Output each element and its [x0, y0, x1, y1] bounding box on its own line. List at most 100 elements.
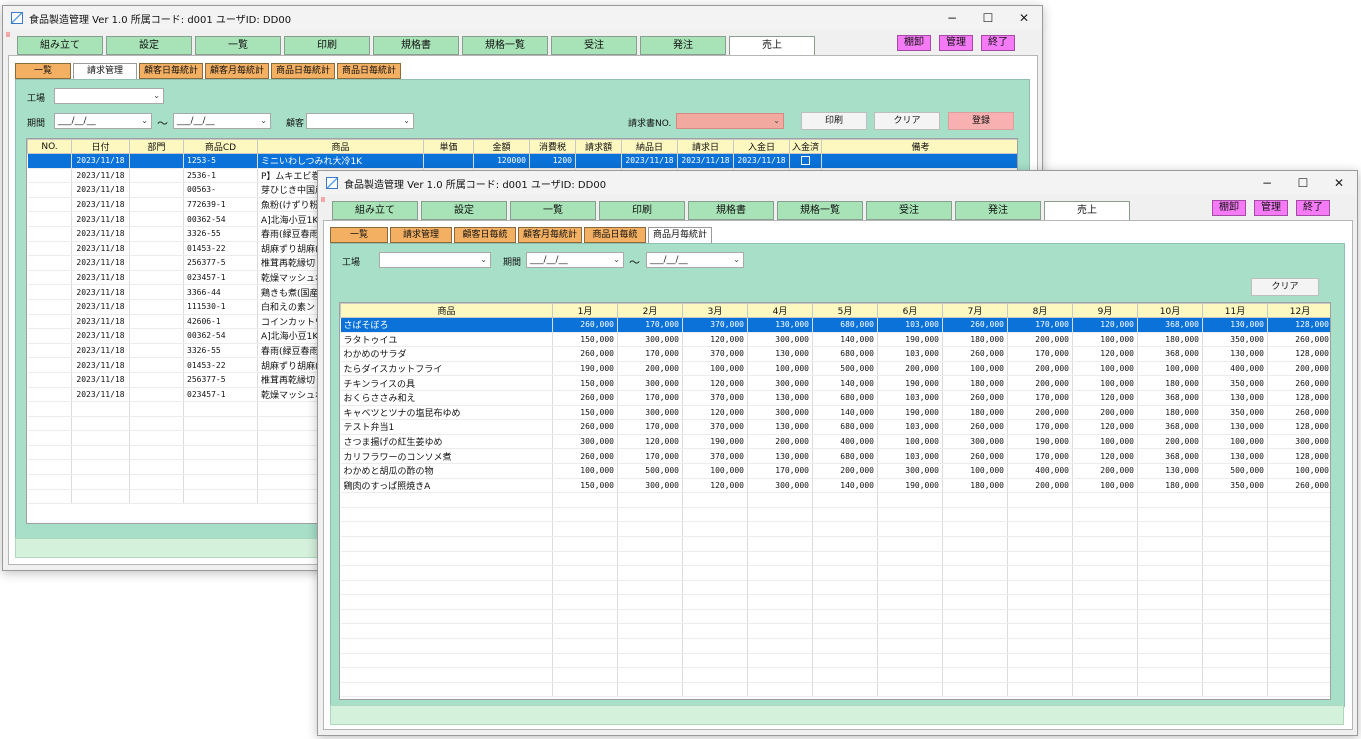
table-row[interactable]: わかめと胡瓜の酢の物 100,000 500,000 100,000 170,000 20… — [340, 463, 1330, 479]
table-cell — [877, 492, 943, 508]
tab-list[interactable]: 一覧 — [510, 201, 596, 220]
subtab-product-daily-2[interactable]: 商品日毎統計 — [337, 63, 401, 79]
table-row[interactable]: ラタトゥイユ 150,000 300,000 120,000 300,000 140,00… — [340, 332, 1330, 348]
tab-sales[interactable]: 売上 — [729, 36, 815, 57]
table-row[interactable] — [340, 653, 1330, 669]
subtab-customer-daily[interactable]: 顧客日毎統計 — [454, 227, 516, 254]
date-from-select[interactable]: ___/__/__ ⌄ — [526, 252, 624, 268]
minimize-icon[interactable]: − — [1249, 171, 1285, 195]
close-icon[interactable]: ✕ — [1006, 6, 1042, 30]
table-row[interactable] — [340, 682, 1330, 698]
print-button[interactable]: 印刷 — [801, 112, 867, 130]
admin-button[interactable]: 管理 — [1254, 200, 1288, 216]
table-cell — [183, 430, 258, 446]
factory-select[interactable]: ⌄ — [54, 88, 164, 104]
table-row[interactable]: さばそぼろ 260,000 170,000 370,000 130,000 680,000… — [340, 317, 1330, 333]
table-row[interactable]: キャベツとツナの塩昆布ゆめ 150,000 300,000 120,000 300,00… — [340, 405, 1330, 421]
tab-orders-placed[interactable]: 発注 — [955, 201, 1041, 220]
tab-settings[interactable]: 設定 — [106, 36, 192, 55]
table-row[interactable] — [340, 565, 1330, 581]
invoice-no-select[interactable]: ⌄ — [676, 113, 784, 129]
tab-spec[interactable]: 規格書 — [373, 36, 459, 55]
table-cell: 130,000 — [747, 448, 813, 464]
subtab-customer-daily[interactable]: 顧客日毎統計 — [139, 63, 203, 79]
table-row[interactable] — [340, 507, 1330, 523]
subtab-customer-monthly[interactable]: 顧客月毎統計 — [518, 227, 582, 243]
date-to-select[interactable]: ___/__/__ ⌄ — [646, 252, 744, 268]
table-cell — [129, 153, 184, 169]
subtab-list[interactable]: 一覧 — [15, 63, 71, 79]
close-icon[interactable]: ✕ — [1321, 171, 1357, 195]
checkbox[interactable] — [801, 156, 810, 166]
table-cell: 368,000 — [1137, 448, 1203, 464]
table-row[interactable] — [340, 536, 1330, 552]
tab-spec-list[interactable]: 規格一覧 — [777, 201, 863, 220]
admin-button[interactable]: 管理 — [939, 35, 973, 51]
exit-button[interactable]: 終了 — [981, 35, 1015, 51]
table-row[interactable]: 鶏肉のすっぱ照焼きA 150,000 300,000 120,000 300,000 14… — [340, 478, 1330, 494]
table-row[interactable] — [340, 594, 1330, 610]
table-row[interactable] — [340, 609, 1330, 625]
maximize-icon[interactable]: ☐ — [1285, 171, 1321, 195]
tab-orders-received[interactable]: 受注 — [551, 36, 637, 55]
table-row[interactable] — [340, 638, 1330, 654]
tab-orders-placed[interactable]: 発注 — [640, 36, 726, 55]
table-row[interactable] — [340, 521, 1330, 537]
subtab-product-daily[interactable]: 商品日毎統計 — [271, 63, 335, 79]
date-from-select[interactable]: ___/__/__ ⌄ — [54, 113, 152, 129]
tab-settings[interactable]: 設定 — [421, 201, 507, 220]
subtab-customer-monthly[interactable]: 顧客月毎統計 — [205, 63, 269, 79]
sales-panel: 一覧 請求管理 顧客日毎統計 顧客月毎統計 商品日毎統計 商品月毎統計 工場 ⌄… — [323, 220, 1353, 730]
inventory-button[interactable]: 棚卸 — [897, 35, 931, 51]
table-cell: 130,000 — [1137, 463, 1203, 479]
table-row[interactable] — [340, 551, 1330, 567]
tab-orders-received[interactable]: 受注 — [866, 201, 952, 220]
table-cell — [1267, 638, 1330, 654]
tab-print[interactable]: 印刷 — [599, 201, 685, 220]
table-row[interactable]: テスト弁当1 260,000 170,000 370,000 130,000 680,00… — [340, 419, 1330, 435]
date-to-select[interactable]: ___/__/__ ⌄ — [173, 113, 271, 129]
table-cell: 2023/11/18 — [71, 182, 130, 198]
tab-sales[interactable]: 売上 — [1044, 201, 1130, 222]
table-row[interactable] — [340, 492, 1330, 508]
tab-assembly[interactable]: 組み立て — [332, 201, 418, 220]
minimize-icon[interactable]: − — [934, 6, 970, 30]
subtab-list[interactable]: 一覧 — [330, 227, 388, 243]
exit-button[interactable]: 終了 — [1296, 200, 1330, 216]
period-label: 期間 — [27, 119, 46, 129]
tab-assembly[interactable]: 組み立て — [17, 36, 103, 55]
clear-button[interactable]: クリア — [874, 112, 940, 130]
table-cell — [1007, 623, 1073, 640]
register-button[interactable]: 登録 — [948, 112, 1014, 130]
table-row[interactable]: チキンライスの具 150,000 300,000 120,000 300,000 140,… — [340, 375, 1330, 391]
factory-select[interactable]: ⌄ — [379, 252, 491, 268]
tab-list[interactable]: 一覧 — [195, 36, 281, 55]
table-row[interactable] — [340, 580, 1330, 596]
table-cell — [183, 459, 258, 476]
table-row[interactable]: さつま揚げの紅生姜ゆめ 300,000 120,000 190,000 200,000 4… — [340, 434, 1330, 450]
maximize-icon[interactable]: ☐ — [970, 6, 1006, 30]
tab-spec[interactable]: 規格書 — [688, 201, 774, 220]
table-cell — [1007, 594, 1073, 610]
table-row[interactable]: 2023/11/18 1253-5 ミニいわしつみれ大冷1K 120000 1200 20… — [27, 153, 1017, 169]
table-row[interactable] — [340, 667, 1330, 683]
table-cell — [812, 667, 878, 683]
clear-button[interactable]: クリア — [1251, 278, 1319, 296]
table-row[interactable]: カリフラワーのコンソメ煮 260,000 170,000 370,000 130,000… — [340, 448, 1330, 464]
subtab-invoice[interactable]: 請求管理 — [390, 227, 452, 243]
table-cell — [1137, 682, 1203, 698]
table-cell — [1007, 638, 1073, 654]
table-cell: 170,000 — [617, 419, 683, 435]
customer-select[interactable]: ⌄ — [306, 113, 414, 129]
tab-spec-list[interactable]: 規格一覧 — [462, 36, 548, 55]
table-header: 商品 1月 2月 3月 4月 5月 6月 7月 8月 9月 10月 11月 12月 — [340, 303, 1330, 318]
table-row[interactable]: たらダイスカットフライ 190,000 200,000 100,000 100,000 5… — [340, 361, 1330, 377]
table-cell: 200,000 — [1007, 405, 1073, 421]
table-row[interactable]: わかめのサラダ 260,000 170,000 370,000 130,000 680,0… — [340, 346, 1330, 362]
inventory-button[interactable]: 棚卸 — [1212, 200, 1246, 216]
table-cell — [812, 521, 878, 537]
table-row[interactable] — [340, 623, 1330, 640]
subtab-product-daily[interactable]: 商品日毎統計 — [584, 227, 646, 254]
tab-print[interactable]: 印刷 — [284, 36, 370, 55]
table-row[interactable]: おくらささみ和え 260,000 170,000 370,000 130,000 680,… — [340, 390, 1330, 406]
